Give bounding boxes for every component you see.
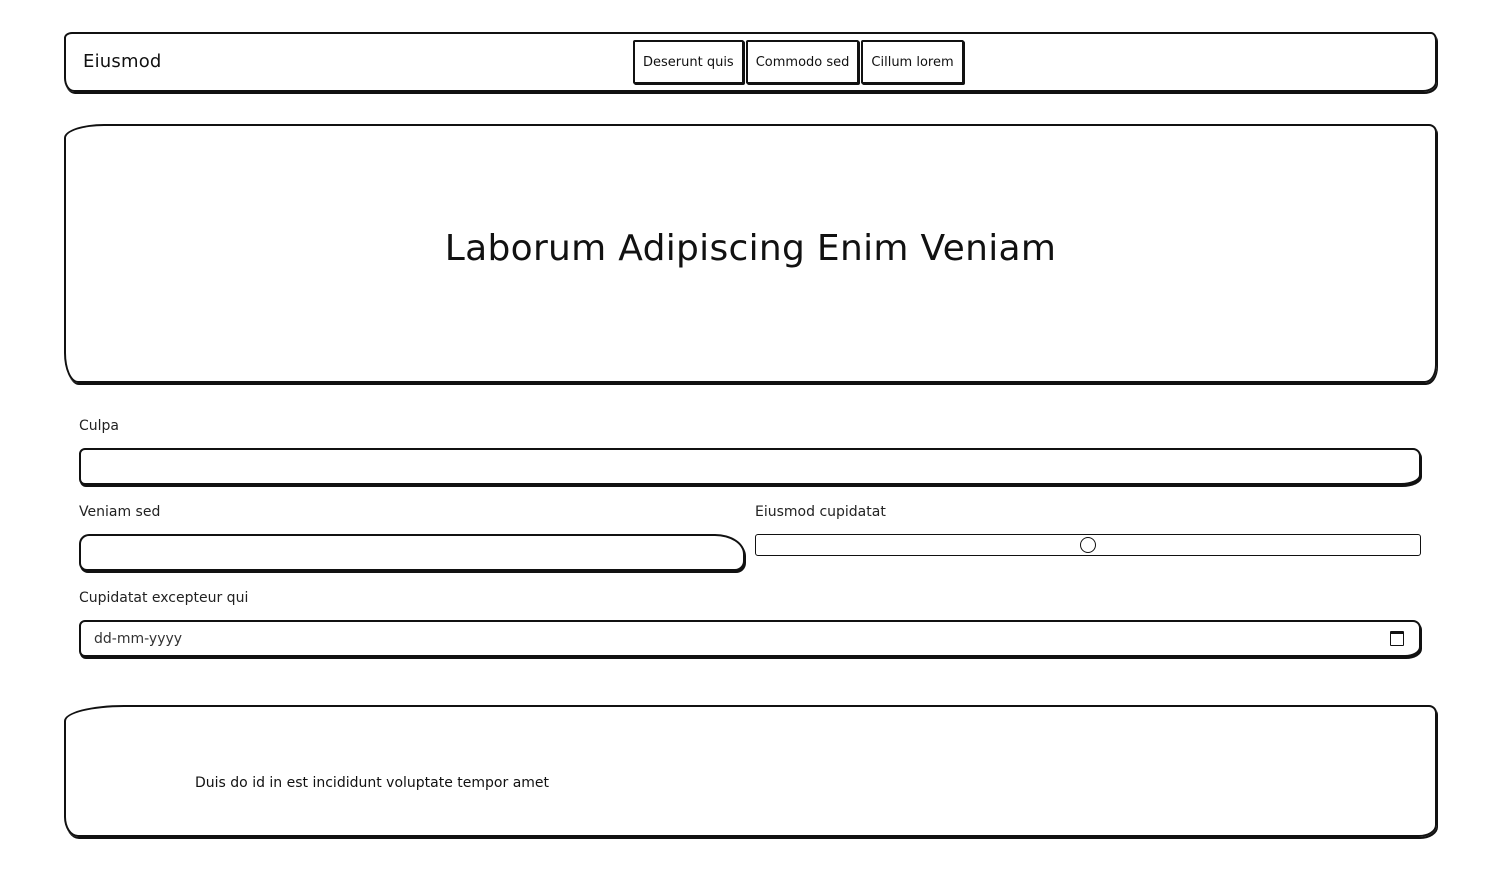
nav-menu: Deserunt quis Commodo sed Cillum lorem (633, 40, 964, 84)
hero-section: Laborum Adipiscing Enim Veniam (64, 124, 1437, 383)
eiusmod-cupidatat-label: Eiusmod cupidatat (755, 504, 886, 520)
eiusmod-cupidatat-slider[interactable] (755, 534, 1421, 556)
hero-title: Laborum Adipiscing Enim Veniam (444, 228, 1057, 269)
footer-text: Duis do id in est incididunt voluptate t… (195, 775, 550, 791)
nav-button-deserunt-quis[interactable]: Deserunt quis (633, 40, 744, 84)
calendar-icon[interactable] (1390, 631, 1404, 646)
cupidatat-excepteur-qui-date-input[interactable]: dd-mm-yyyy (79, 620, 1421, 657)
top-navbar: Eiusmod Deserunt quis Commodo sed Cillum… (64, 32, 1437, 92)
culpa-input[interactable] (79, 448, 1421, 485)
veniam-sed-label: Veniam sed (79, 504, 161, 520)
brand-logo[interactable]: Eiusmod (83, 51, 162, 72)
slider-thumb[interactable] (1080, 537, 1096, 553)
date-placeholder: dd-mm-yyyy (94, 630, 183, 647)
culpa-label: Culpa (79, 418, 120, 434)
cupidatat-excepteur-qui-label: Cupidatat excepteur qui (79, 590, 249, 606)
nav-button-commodo-sed[interactable]: Commodo sed (745, 40, 860, 84)
veniam-sed-input[interactable] (79, 534, 745, 571)
footer-section: Duis do id in est incididunt voluptate t… (64, 705, 1437, 837)
nav-button-cillum-lorem[interactable]: Cillum lorem (861, 40, 964, 84)
